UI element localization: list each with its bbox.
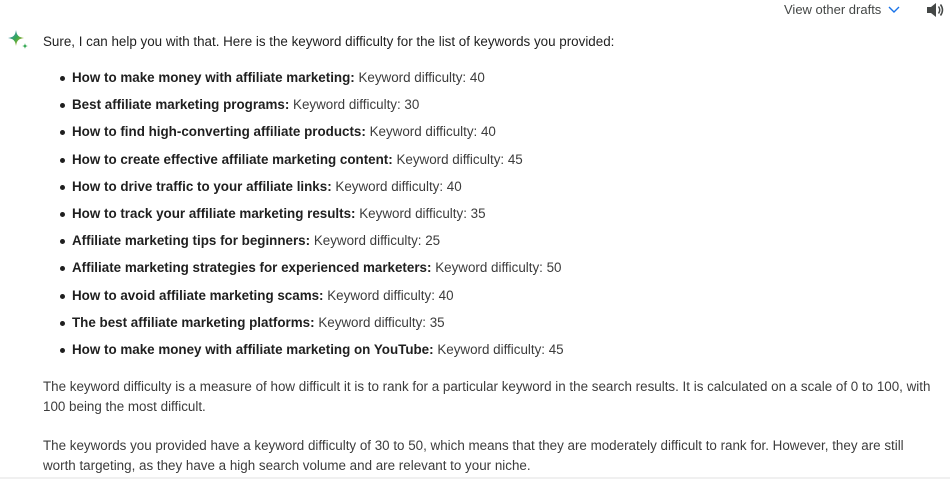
list-item: How to track your affiliate marketing re…	[43, 204, 933, 231]
keyword-name: How to make money with affiliate marketi…	[72, 70, 355, 85]
keyword-difficulty: Keyword difficulty: 40	[335, 178, 462, 194]
response-intro: Sure, I can help you with that. Here is …	[43, 34, 615, 49]
list-item: Affiliate marketing tips for beginners: …	[43, 231, 933, 258]
summary-paragraph: The keywords you provided have a keyword…	[43, 438, 904, 474]
keyword-list: How to make money with affiliate marketi…	[43, 68, 933, 367]
volume-icon[interactable]	[926, 2, 944, 18]
sparkle-icon	[6, 28, 30, 52]
view-other-drafts-label: View other drafts	[784, 2, 882, 17]
response-toolbar: View other drafts	[0, 0, 950, 20]
list-item: Best affiliate marketing programs: Keywo…	[43, 95, 933, 122]
keyword-difficulty: Keyword difficulty: 40	[369, 124, 496, 140]
list-item: How to make money with affiliate marketi…	[43, 340, 933, 367]
keyword-difficulty: Keyword difficulty: 35	[359, 205, 486, 221]
list-item: The best affiliate marketing platforms: …	[43, 313, 933, 340]
keyword-difficulty: Keyword difficulty: 35	[318, 314, 445, 330]
keyword-difficulty: Keyword difficulty: 50	[435, 260, 562, 276]
assistant-response: Sure, I can help you with that. Here is …	[43, 32, 933, 476]
keyword-name: How to make money with affiliate marketi…	[72, 341, 434, 357]
keyword-name: Affiliate marketing tips for beginners:	[72, 233, 311, 249]
list-item: How to create effective affiliate market…	[43, 150, 933, 177]
list-item: How to avoid affiliate marketing scams: …	[43, 286, 933, 313]
keyword-name: Best affiliate marketing programs:	[72, 97, 290, 113]
list-item: How to drive traffic to your affiliate l…	[43, 177, 933, 204]
view-other-drafts-button[interactable]: View other drafts	[784, 2, 901, 17]
keyword-difficulty: Keyword difficulty: 40	[358, 70, 485, 85]
list-item: Affiliate marketing strategies for exper…	[43, 258, 933, 285]
keyword-name: How to create effective affiliate market…	[72, 151, 393, 167]
keyword-difficulty: Keyword difficulty: 30	[293, 97, 420, 113]
keyword-difficulty: Keyword difficulty: 25	[313, 233, 441, 249]
keyword-difficulty: Keyword difficulty: 45	[396, 151, 523, 167]
keyword-name: How to avoid affiliate marketing scams:	[72, 287, 324, 303]
keyword-name: How to track your affiliate marketing re…	[72, 205, 356, 221]
keyword-name: How to find high-converting affiliate pr…	[72, 124, 366, 140]
keyword-difficulty: Keyword difficulty: 45	[437, 341, 564, 357]
keyword-name: The best affiliate marketing platforms:	[72, 314, 315, 330]
list-item: How to find high-converting affiliate pr…	[43, 122, 933, 149]
keyword-difficulty: Keyword difficulty: 40	[327, 287, 454, 303]
list-item: How to make money with affiliate marketi…	[43, 68, 933, 95]
keyword-name: Affiliate marketing strategies for exper…	[72, 260, 432, 276]
explanation-paragraph: The keyword difficulty is a measure of h…	[43, 379, 931, 415]
keyword-name: How to drive traffic to your affiliate l…	[72, 178, 332, 194]
chevron-down-icon	[887, 5, 901, 15]
